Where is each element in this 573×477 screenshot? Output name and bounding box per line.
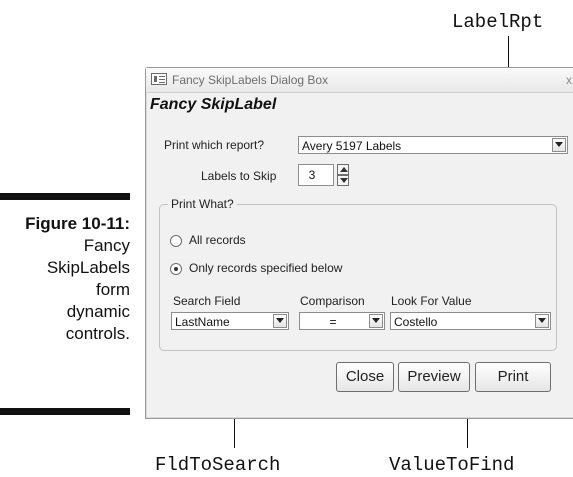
all-records-label[interactable]: All records <box>189 233 246 247</box>
figure-caption: Figure 10-11: Fancy SkipLabels form dyna… <box>0 213 130 345</box>
radio-only-specified[interactable] <box>170 263 182 275</box>
labels-to-skip-stepper[interactable] <box>337 164 349 186</box>
search-field-select[interactable]: LastName <box>171 312 289 330</box>
chevron-down-icon[interactable] <box>369 314 383 328</box>
labels-to-skip-value: 3 <box>308 168 316 182</box>
comparison-value: = <box>329 315 337 329</box>
print-which-report-label: Print which report? <box>164 138 265 152</box>
dialog-window: Fancy SkipLabels Dialog Box x Fancy Skip… <box>145 67 573 419</box>
report-select-value: Avery 5197 Labels <box>302 139 402 153</box>
caption-line: Fancy <box>83 236 130 255</box>
callout-label-rpt: LabelRpt <box>452 11 544 33</box>
preview-button[interactable]: Preview <box>398 362 470 392</box>
report-select[interactable]: Avery 5197 Labels <box>298 136 568 154</box>
search-field-value: LastName <box>175 315 230 329</box>
print-what-title: Print What? <box>168 197 237 211</box>
labels-to-skip-input[interactable]: 3 <box>298 164 334 186</box>
caption-line: dynamic <box>66 302 130 321</box>
callout-fld-to-search: FldToSearch <box>155 454 281 476</box>
title-bar[interactable]: Fancy SkipLabels Dialog Box x <box>146 68 573 93</box>
window-title: Fancy SkipLabels Dialog Box <box>172 73 329 87</box>
caption-line: controls. <box>65 324 130 343</box>
comparison-label: Comparison <box>300 294 365 308</box>
close-button[interactable]: Close <box>336 362 394 392</box>
chevron-down-icon[interactable] <box>552 138 566 152</box>
chevron-down-icon[interactable] <box>535 314 549 328</box>
caption-bottom-rule <box>0 408 130 415</box>
look-for-value-label: Look For Value <box>391 294 472 308</box>
chevron-down-icon[interactable] <box>273 314 287 328</box>
labels-to-skip-label: Labels to Skip <box>201 169 277 183</box>
look-for-value-select[interactable]: Costello <box>390 312 551 330</box>
comparison-select[interactable]: = <box>299 312 385 330</box>
only-specified-label[interactable]: Only records specified below <box>189 261 342 275</box>
radio-all-records[interactable] <box>170 235 182 247</box>
caption-line: form <box>96 280 130 299</box>
callout-value-to-find: ValueToFind <box>389 454 515 476</box>
caption-top-rule <box>0 193 130 200</box>
close-icon[interactable]: x <box>566 73 572 87</box>
caption-line: SkipLabels <box>46 258 130 277</box>
spin-up-button[interactable] <box>337 164 349 175</box>
spin-down-button[interactable] <box>337 175 349 186</box>
form-heading: Fancy SkipLabel <box>150 96 277 113</box>
print-button[interactable]: Print <box>475 362 551 392</box>
search-field-label: Search Field <box>173 294 241 308</box>
figure-number: Figure 10-11: <box>25 214 130 233</box>
form-icon <box>151 73 167 85</box>
look-for-value-value: Costello <box>394 315 438 329</box>
